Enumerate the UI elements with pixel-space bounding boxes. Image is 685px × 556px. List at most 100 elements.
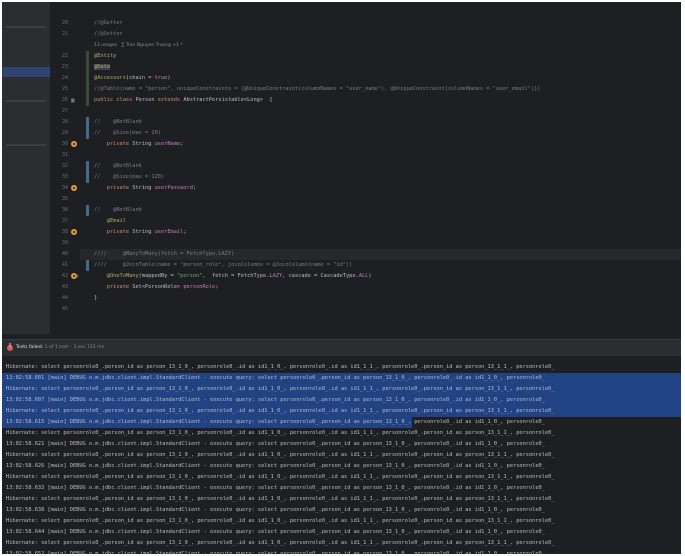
usages-text[interactable]: 13 usages ∑ Tran Nguyen Truong +1 * <box>94 43 183 48</box>
code-line: // @Size(max = 20) <box>94 128 161 139</box>
log-line[interactable]: Hibernate: select personrole0_.person_id… <box>6 472 555 483</box>
code-token: //// @JoinTable(name = "person_role", jo… <box>94 262 353 268</box>
code-line: public class Person extends AbstractPers… <box>94 95 273 106</box>
field-annotation-icon[interactable] <box>71 185 77 191</box>
log-line[interactable]: Hibernate: select personrole0_.person_id… <box>6 516 555 527</box>
log-line[interactable]: 13:02:58.638 [main] DEBUG o.m.jdbc.clien… <box>6 505 545 516</box>
code-line: private String userPassword; <box>94 183 196 194</box>
code-line: //@Setter <box>94 29 123 40</box>
line-number: 39 <box>61 240 68 246</box>
code-token: ; <box>215 284 219 290</box>
run-panel-header: Tests failed: 1 of 1 test – 3 sec 721 ms <box>2 340 681 356</box>
code-line: @Entity <box>94 51 116 62</box>
tree-item[interactable] <box>6 26 46 28</box>
console-output[interactable]: Hibernate: select personrole0_.person_id… <box>2 360 681 554</box>
code-area[interactable]: //@Getter //@Setter 13 usages ∑ Tran Nguye… <box>94 2 681 334</box>
code-token: String <box>132 229 155 235</box>
code-token: ALL <box>358 273 369 279</box>
log-line[interactable]: 13:02:58.652 [main] DEBUG o.m.jdbc.clien… <box>6 549 545 554</box>
code-token: @Email <box>106 218 126 224</box>
line-number: 38 <box>61 229 68 235</box>
class-hierarchy-icon[interactable]: ▣ <box>71 95 75 106</box>
code-line: // @Size(max = 120) <box>94 172 164 183</box>
code-token: ; <box>183 229 187 235</box>
ide-window: 20 21 22 23 24 25 26 27 28 29 30 31 32 33 34 35 36 37 38 39… <box>2 2 681 554</box>
code-token: String <box>132 141 155 147</box>
log-line[interactable]: Hibernate: select personrole0_.person_id… <box>6 494 555 505</box>
code-token: ; <box>192 185 197 191</box>
line-number: 22 <box>61 53 68 59</box>
line-number: 34 <box>61 185 68 191</box>
line-number: 43 <box>61 284 68 290</box>
code-token: // @Size(max = 120) <box>94 174 165 180</box>
line-number: 29 <box>61 130 68 136</box>
line-number: 35 <box>61 196 68 202</box>
tree-item-selected[interactable] <box>2 67 50 77</box>
line-number: 27 <box>61 108 68 114</box>
line-number: 20 <box>61 20 68 26</box>
code-token: //@Getter <box>94 20 123 26</box>
test-status: Tests failed: 1 of 1 test – 3 sec 721 ms <box>16 344 104 352</box>
code-token: //@Setter <box>94 31 123 37</box>
log-line[interactable]: Hibernate: select personrole0_.person_id… <box>6 406 555 417</box>
vcs-change-marker[interactable] <box>86 161 89 183</box>
line-number: 37 <box>61 218 68 224</box>
field-annotation-icon[interactable] <box>71 229 77 235</box>
code-token: Set<PersonRole> <box>132 284 184 290</box>
line-number: 24 <box>61 75 68 81</box>
log-line[interactable]: 13:02:58.626 [main] DEBUG o.m.jdbc.clien… <box>6 461 545 472</box>
line-number: 36 <box>61 207 68 213</box>
test-status-detail: 1 of 1 test – 3 sec 721 ms <box>44 345 105 350</box>
line-number: 31 <box>61 152 68 158</box>
line-number: 23 <box>61 64 68 70</box>
line-number: 44 <box>61 295 68 301</box>
log-line[interactable]: 13:02:58.607 [main] DEBUG o.m.jdbc.clien… <box>6 395 545 406</box>
log-line[interactable]: 13:02:58.601 [main] DEBUG o.m.jdbc.clien… <box>6 373 545 384</box>
relation-navigate-icon[interactable]: ⇄ <box>75 271 79 282</box>
code-token: private <box>106 141 133 147</box>
code-token: // @NotBlank <box>94 207 142 213</box>
line-number: 25 <box>61 86 68 92</box>
tree-item[interactable] <box>6 100 46 102</box>
log-line[interactable]: 13:02:58.633 [main] DEBUG o.m.jdbc.clien… <box>6 483 545 494</box>
code-token: "person" <box>176 273 203 279</box>
code-token: (mappedBy = <box>138 273 177 279</box>
line-number: 41 <box>61 262 68 268</box>
code-token: @OneToMany <box>106 273 139 279</box>
code-token: @Accessors <box>94 75 126 81</box>
project-tree-panel[interactable] <box>2 2 50 334</box>
code-token: , cascade = CascadeType. <box>282 273 359 279</box>
code-editor[interactable]: 20 21 22 23 24 25 26 27 28 29 30 31 32 33 34 35 36 37 38 39… <box>2 2 681 334</box>
code-token: ) <box>368 273 372 279</box>
line-number: 21 <box>61 31 68 37</box>
code-token: @Entity <box>94 53 117 59</box>
log-line[interactable]: 13:02:58.644 [main] DEBUG o.m.jdbc.clien… <box>6 527 545 538</box>
code-line: // @NotBlank <box>94 161 142 172</box>
code-token: (chain = <box>125 75 155 81</box>
code-token: userName <box>154 141 181 147</box>
log-line[interactable]: 13:02:58.621 [main] DEBUG o.m.jdbc.clien… <box>6 439 545 450</box>
log-line[interactable]: Hibernate: select personrole0_.person_id… <box>6 362 555 373</box>
vcs-change-marker[interactable] <box>86 51 89 106</box>
code-line: //@Getter <box>94 18 123 29</box>
field-annotation-icon[interactable] <box>71 141 77 147</box>
vcs-change-marker[interactable] <box>86 205 89 216</box>
code-token: , fetch = FetchType. <box>202 273 270 279</box>
vcs-change-marker[interactable] <box>86 117 89 139</box>
log-line[interactable]: 13:02:58.615 [main] DEBUG o.m.jdbc.clien… <box>6 417 545 428</box>
log-line[interactable]: Hibernate: select personrole0_.person_id… <box>6 538 555 549</box>
usages-hint: 13 usages ∑ Tran Nguyen Truong +1 * <box>94 40 183 51</box>
log-line[interactable]: Hibernate: select personrole0_.person_id… <box>6 450 555 461</box>
log-line[interactable]: Hibernate: select personrole0_.person_id… <box>6 384 555 395</box>
code-line: private String userName; <box>94 139 184 150</box>
code-line: // @NotBlank <box>94 205 142 216</box>
code-token: //@Table(name = "person", uniqueConstrai… <box>94 86 541 92</box>
log-line[interactable]: Hibernate: select personrole0_.person_id… <box>6 428 555 439</box>
tree-item[interactable] <box>6 144 46 146</box>
